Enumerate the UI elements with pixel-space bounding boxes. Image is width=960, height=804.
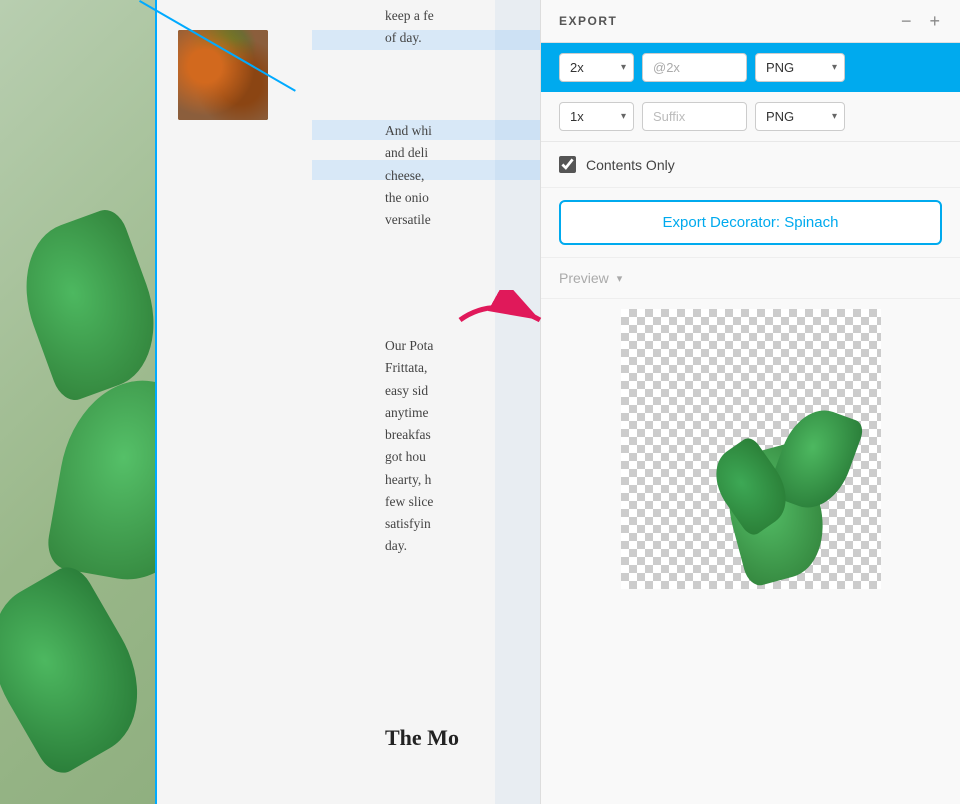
bg-text-mid: And whiand delicheese,the onioversatile — [385, 120, 495, 231]
export-panel: EXPORT − + 0.5x 1x 2x 3x 4x ▾ PNG JPG PD… — [540, 0, 960, 804]
contents-only-checkbox[interactable] — [559, 156, 576, 173]
preview-row[interactable]: Preview ▾ — [541, 258, 960, 299]
minimize-button[interactable]: − — [899, 12, 914, 30]
export-decorator-button[interactable]: Export Decorator: Spinach — [559, 200, 942, 245]
spinach-leaf-1 — [5, 205, 176, 406]
preview-spinach — [641, 329, 861, 589]
scale-select-wrapper-1: 0.5x 1x 2x 3x 4x ▾ — [559, 53, 634, 82]
bg-text-top: keep a feof day. — [385, 5, 500, 50]
suffix-input-1[interactable] — [642, 53, 747, 82]
contents-only-row: Contents Only — [541, 142, 960, 188]
scale-select-wrapper-2: 0.5x 1x 2x 3x 4x ▾ — [559, 102, 634, 131]
contents-only-label: Contents Only — [586, 157, 675, 173]
bg-text-body: Our PotaFrittata,easy sidanytimebreakfas… — [385, 335, 495, 558]
scale-select-1[interactable]: 0.5x 1x 2x 3x 4x — [559, 53, 634, 82]
format-select-wrapper-1: PNG JPG PDF SVG WEBP TIFF ▾ — [755, 53, 845, 82]
export-row-2: 0.5x 1x 2x 3x 4x ▾ PNG JPG PDF SVG WEBP … — [541, 92, 960, 142]
preview-area — [541, 309, 960, 589]
export-row-1: 0.5x 1x 2x 3x 4x ▾ PNG JPG PDF SVG WEBP … — [541, 43, 960, 92]
format-select-wrapper-2: PNG JPG PDF SVG WEBP TIFF ▾ — [755, 102, 845, 131]
header-controls: − + — [899, 12, 942, 30]
preview-image-container — [621, 309, 881, 589]
expand-button[interactable]: + — [927, 12, 942, 30]
spinach-leaf-3 — [0, 560, 166, 781]
suffix-input-2[interactable] — [642, 102, 747, 131]
format-select-2[interactable]: PNG JPG PDF SVG WEBP TIFF — [755, 102, 845, 131]
bg-text-the-mo: The Mo — [385, 720, 459, 756]
scale-select-2[interactable]: 0.5x 1x 2x 3x 4x — [559, 102, 634, 131]
preview-label: Preview — [559, 270, 609, 286]
format-select-1[interactable]: PNG JPG PDF SVG WEBP TIFF — [755, 53, 845, 82]
article-food-image — [178, 30, 268, 120]
preview-chevron-icon: ▾ — [617, 272, 623, 285]
export-panel-title: EXPORT — [559, 14, 617, 28]
selection-line — [155, 0, 157, 804]
export-header: EXPORT − + — [541, 0, 960, 43]
export-button-row: Export Decorator: Spinach — [541, 188, 960, 258]
